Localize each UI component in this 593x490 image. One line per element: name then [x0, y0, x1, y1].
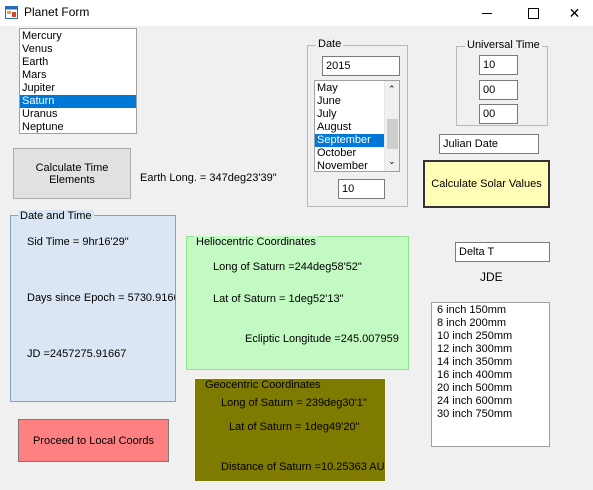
month-item[interactable]: August	[315, 121, 385, 134]
year-field[interactable]: 2015	[322, 56, 400, 76]
telescope-item[interactable]: 24 inch 600mm	[432, 395, 549, 408]
scrollbar-thumb[interactable]	[387, 119, 398, 149]
scroll-down-icon[interactable]: ⌄	[388, 157, 396, 166]
hour-field[interactable]: 10	[479, 55, 518, 75]
planet-item[interactable]: Earth	[20, 56, 136, 69]
julian-date-field[interactable]: Julian Date	[439, 134, 539, 154]
proceed-label: Proceed to Local Coords	[32, 434, 155, 447]
calculate-solar-label: Calculate Solar Values	[431, 178, 542, 190]
planet-listbox[interactable]: Mercury Venus Earth Mars Jupiter Saturn Uranus…	[19, 28, 137, 134]
month-item[interactable]: September	[315, 134, 385, 147]
telescope-item[interactable]: 20 inch 500mm	[432, 382, 549, 395]
days-since-epoch-label: Days since Epoch = 5730.9166	[27, 292, 176, 304]
month-scrollbar[interactable]: ⌃ ⌄	[384, 81, 399, 171]
earth-longitude-label: Earth Long. = 347deg23'39"	[140, 172, 277, 184]
maximize-button[interactable]	[510, 0, 556, 26]
planet-item[interactable]: Mars	[20, 69, 136, 82]
planet-item[interactable]: Neptune	[20, 121, 136, 133]
planet-item[interactable]: Venus	[20, 43, 136, 56]
geo-longitude-label: Long of Saturn = 239deg30'1"	[221, 397, 367, 409]
geo-distance-label: Distance of Saturn =10.25363 AU	[221, 461, 385, 473]
app-icon	[5, 6, 18, 19]
telescope-item[interactable]: 12 inch 300mm	[432, 343, 549, 356]
telescope-item[interactable]: 6 inch 150mm	[432, 304, 549, 317]
telescope-item[interactable]: 16 inch 400mm	[432, 369, 549, 382]
date-and-time-group: Sid Time = 9hr16'29" Days since Epoch = …	[10, 215, 176, 402]
day-field[interactable]: 10	[338, 179, 385, 199]
delta-t-field[interactable]: Delta T	[455, 242, 550, 262]
calculate-time-label: Calculate Time Elements	[35, 161, 109, 186]
minimize-button[interactable]	[464, 0, 510, 26]
geocentric-group: Long of Saturn = 239deg30'1" Lat of Satu…	[194, 378, 386, 482]
helio-latitude-label: Lat of Saturn = 1deg52'13"	[213, 293, 344, 305]
jde-label: JDE	[480, 270, 503, 284]
planet-item[interactable]: Saturn	[20, 95, 136, 108]
month-item[interactable]: October	[315, 147, 385, 160]
window-title: Planet Form	[24, 5, 90, 19]
planet-item[interactable]: Mercury	[20, 30, 136, 43]
date-group-legend: Date	[316, 38, 344, 50]
month-item[interactable]: May	[315, 82, 385, 95]
telescope-item[interactable]: 14 inch 350mm	[432, 356, 549, 369]
telescope-item[interactable]: 30 inch 750mm	[432, 408, 549, 421]
minimize-icon	[482, 12, 492, 14]
maximize-icon	[527, 7, 539, 19]
calculate-time-elements-button[interactable]: Calculate Time Elements	[13, 148, 131, 199]
universal-time-legend: Universal Time	[465, 39, 542, 51]
heliocentric-group: Long of Saturn =244deg58'52" Lat of Satu…	[186, 236, 409, 370]
planet-item[interactable]: Jupiter	[20, 82, 136, 95]
month-item[interactable]: June	[315, 95, 385, 108]
close-icon: ✕	[568, 4, 581, 21]
date-and-time-legend: Date and Time	[18, 210, 94, 222]
proceed-to-local-coords-button[interactable]: Proceed to Local Coords	[18, 419, 169, 462]
telescope-listbox[interactable]: 6 inch 150mm 8 inch 200mm 10 inch 250mm 12 …	[431, 302, 550, 447]
telescope-item[interactable]: 8 inch 200mm	[432, 317, 549, 330]
month-item[interactable]: November	[315, 160, 385, 171]
sidereal-time-label: Sid Time = 9hr16'29"	[27, 236, 129, 248]
telescope-item[interactable]: 10 inch 250mm	[432, 330, 549, 343]
second-field[interactable]: 00	[479, 104, 518, 124]
calculate-solar-values-button[interactable]: Calculate Solar Values	[423, 160, 550, 208]
heliocentric-legend: Heliocentric Coordinates	[194, 236, 318, 248]
month-item[interactable]: July	[315, 108, 385, 121]
geocentric-legend: Geocentric Coordinates	[203, 379, 323, 391]
helio-longitude-label: Long of Saturn =244deg58'52"	[213, 261, 362, 273]
julian-day-label: JD =2457275.91667	[27, 348, 127, 360]
month-listbox[interactable]: May June July August September October Novembe…	[314, 80, 400, 172]
geo-latitude-label: Lat of Saturn = 1deg49'20"	[229, 421, 360, 433]
minute-field[interactable]: 00	[479, 80, 518, 100]
scroll-up-icon[interactable]: ⌃	[388, 85, 396, 94]
close-button[interactable]: ✕	[556, 0, 593, 26]
ecliptic-longitude-label: Ecliptic Longitude =245.007959	[245, 333, 399, 345]
planet-item[interactable]: Uranus	[20, 108, 136, 121]
